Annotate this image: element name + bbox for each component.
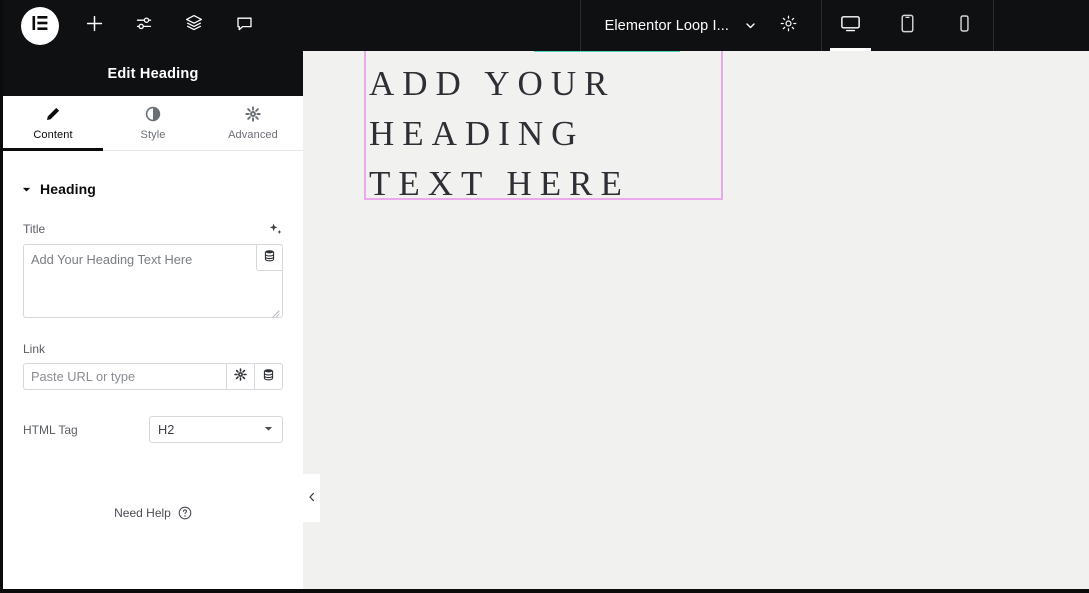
panel-title: Edit Heading: [107, 65, 199, 82]
caret-down-icon: [22, 185, 31, 194]
link-label: Link: [23, 342, 46, 356]
chevron-left-icon: [307, 489, 317, 507]
need-help-label: Need Help: [114, 506, 171, 520]
link-options-button[interactable]: [226, 364, 254, 389]
heading-widget-selection[interactable]: ADD YOUR HEADING TEXT HERE: [364, 48, 723, 203]
resize-grip-icon[interactable]: [270, 305, 280, 318]
editor-panel: Edit Heading Content Style Advanced Head…: [3, 51, 303, 589]
link-label-row: Link: [23, 342, 283, 356]
panel-header: Edit Heading: [3, 51, 303, 96]
device-desktop-button[interactable]: [822, 0, 879, 51]
device-preview-group: [822, 0, 993, 51]
need-help-button[interactable]: Need Help: [3, 506, 303, 520]
section-heading-label: Heading: [40, 181, 96, 197]
desktop-icon: [839, 12, 862, 40]
section-heading-toggle[interactable]: Heading: [3, 151, 303, 197]
page-settings-button[interactable]: [129, 11, 159, 41]
layers-icon: [184, 13, 204, 38]
tab-style[interactable]: Style: [103, 96, 203, 150]
navigator-button[interactable]: [179, 11, 209, 41]
html-tag-select[interactable]: H2: [149, 416, 283, 443]
html-tag-label: HTML Tag: [23, 422, 78, 437]
pencil-icon: [45, 106, 61, 122]
device-mobile-button[interactable]: [936, 0, 993, 51]
panel-collapse-button[interactable]: [303, 474, 320, 522]
link-input[interactable]: Paste URL or type: [24, 364, 226, 389]
tab-advanced-label: Advanced: [228, 128, 278, 141]
title-textarea[interactable]: Add Your Heading Text Here: [31, 252, 242, 268]
tab-advanced[interactable]: Advanced: [203, 96, 303, 150]
contrast-circle-icon: [145, 106, 161, 122]
question-circle-icon: [178, 506, 192, 520]
tablet-icon: [896, 12, 919, 40]
dynamic-tags-icon: [262, 368, 275, 386]
elementor-logo-icon: [30, 13, 50, 38]
html-tag-row: HTML Tag H2: [23, 416, 283, 443]
panel-controls: Title Add Your Heading Text Here Link Pa…: [3, 221, 303, 443]
top-bar-left-tools: [3, 0, 259, 51]
document-title[interactable]: Elementor Loop I...: [605, 18, 729, 34]
add-element-button[interactable]: [79, 11, 109, 41]
elementor-logo-button[interactable]: [21, 6, 59, 45]
tab-content[interactable]: Content: [3, 96, 103, 151]
document-group: Elementor Loop I...: [581, 0, 821, 51]
sliders-icon: [135, 14, 154, 38]
gear-icon: [245, 105, 261, 122]
title-label: Title: [23, 222, 46, 236]
panel-tabs: Content Style Advanced: [3, 96, 303, 151]
gear-icon: [234, 367, 247, 386]
top-bar-right-area: [994, 0, 1089, 51]
gear-icon: [779, 14, 798, 38]
title-textarea-wrap[interactable]: Add Your Heading Text Here: [23, 244, 283, 318]
ai-sparkle-icon[interactable]: [267, 221, 283, 237]
title-label-row: Title: [23, 221, 283, 237]
tab-style-label: Style: [140, 128, 166, 141]
top-bar: Elementor Loop I...: [3, 0, 1089, 51]
link-input-row: Paste URL or type: [23, 363, 283, 390]
document-chevron-down-icon[interactable]: [741, 17, 759, 35]
link-dynamic-tags-button[interactable]: [254, 364, 282, 389]
title-dynamic-tags-button[interactable]: [256, 244, 283, 271]
tab-content-label: Content: [33, 128, 73, 141]
plus-icon: [85, 14, 104, 38]
document-settings-button[interactable]: [771, 0, 805, 51]
chevron-down-icon: [263, 422, 274, 437]
device-tablet-button[interactable]: [879, 0, 936, 51]
dynamic-tags-icon: [263, 249, 276, 267]
speech-bubble-icon: [235, 14, 254, 38]
html-tag-value: H2: [158, 422, 175, 437]
comments-button[interactable]: [229, 11, 259, 41]
mobile-icon: [953, 12, 976, 40]
heading-widget-text[interactable]: ADD YOUR HEADING TEXT HERE: [369, 59, 719, 209]
elementor-editor: Elementor Loop I... ADD YOUR HEADING TEX…: [0, 0, 1089, 593]
preview-canvas[interactable]: ADD YOUR HEADING TEXT HERE: [303, 48, 1089, 589]
